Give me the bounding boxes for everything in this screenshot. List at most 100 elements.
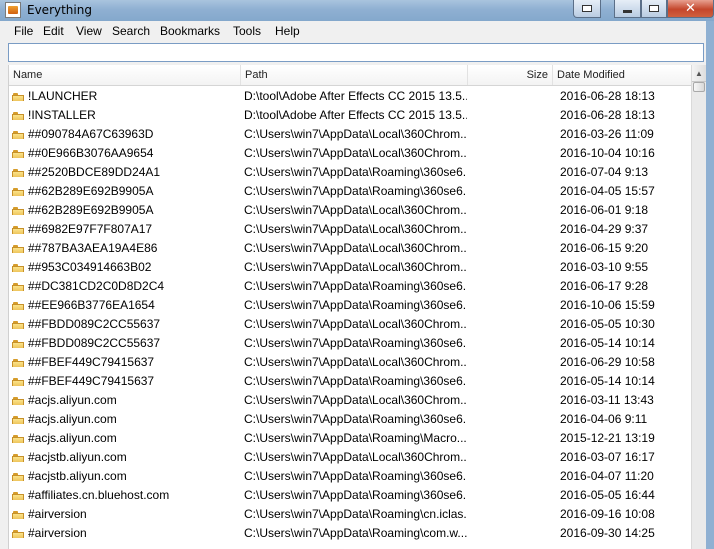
minimize-button[interactable] [614, 0, 641, 18]
window-frame-left [0, 65, 8, 549]
result-rows: !LAUNCHER D:\tool\Adobe After Effects CC … [9, 86, 692, 542]
row-name: ##62B289E692B9905A [28, 203, 154, 217]
table-row[interactable]: #airversion C:\Users\win7\AppData\Roaming… [9, 523, 692, 542]
title-bar[interactable]: Everything ✕ [0, 0, 714, 21]
row-name: #acjstb.aliyun.com [28, 469, 127, 483]
row-path: C:\Users\win7\AppData\Roaming\360se6... [244, 488, 467, 502]
row-name: ##6982E97F7F807A17 [28, 222, 153, 236]
row-path: C:\Users\win7\AppData\Local\360Chrom... [244, 203, 467, 217]
row-name: !INSTALLER [28, 108, 96, 122]
table-row[interactable]: ##62B289E692B9905A C:\Users\win7\AppData\… [9, 181, 692, 200]
menu-help[interactable]: Help [275, 24, 300, 38]
window-icon [582, 5, 592, 12]
menu-file[interactable]: File [14, 24, 33, 38]
row-date-modified: 2016-03-26 11:09 [560, 127, 654, 141]
row-path: C:\Users\win7\AppData\Roaming\360se6... [244, 298, 467, 312]
row-name: ##FBEF449C79415637 [28, 374, 155, 388]
table-row[interactable]: ##62B289E692B9905A C:\Users\win7\AppData\… [9, 200, 692, 219]
row-path: C:\Users\win7\AppData\Roaming\360se6... [244, 279, 467, 293]
row-path: C:\Users\win7\AppData\Roaming\cn.iclas..… [244, 507, 467, 521]
maximize-icon [649, 5, 659, 12]
close-icon: ✕ [685, 1, 696, 16]
row-name: ##090784A67C63963D [28, 127, 154, 141]
table-row[interactable]: ##0E966B3076AA9654 C:\Users\win7\AppData\… [9, 143, 692, 162]
row-path: C:\Users\win7\AppData\Roaming\360se6... [244, 469, 467, 483]
table-row[interactable]: ##6982E97F7F807A17 C:\Users\win7\AppData\… [9, 219, 692, 238]
row-name: ##953C034914663B02 [28, 260, 152, 274]
menu-bookmarks[interactable]: Bookmarks [160, 24, 220, 38]
search-input[interactable] [8, 43, 704, 62]
vertical-scrollbar[interactable]: ▲ [691, 65, 706, 549]
table-row[interactable]: #acjs.aliyun.com C:\Users\win7\AppData\Ro… [9, 428, 692, 447]
minimize-icon [623, 10, 632, 13]
table-row[interactable]: !LAUNCHER D:\tool\Adobe After Effects CC … [9, 86, 692, 105]
folder-icon [12, 89, 24, 101]
table-row[interactable]: #acjstb.aliyun.com C:\Users\win7\AppData\… [9, 466, 692, 485]
row-name: ##FBDD089C2CC55637 [28, 317, 161, 331]
row-name: ##EE966B3776EA1654 [28, 298, 155, 312]
row-path: C:\Users\win7\AppData\Local\360Chrom... [244, 222, 467, 236]
app-icon [5, 2, 21, 18]
column-header-name[interactable]: Name [9, 65, 241, 85]
row-date-modified: 2016-06-28 18:13 [560, 108, 655, 122]
arrow-up-icon: ▲ [695, 68, 703, 78]
menu-edit[interactable]: Edit [43, 24, 64, 38]
row-path: C:\Users\win7\AppData\Roaming\com.w... [244, 526, 467, 540]
row-date-modified: 2016-06-01 9:18 [560, 203, 649, 217]
table-row[interactable]: ##FBEF449C79415637 C:\Users\win7\AppData\… [9, 371, 692, 390]
table-row[interactable]: !INSTALLER D:\tool\Adobe After Effects CC… [9, 105, 692, 124]
row-name: #airversion [28, 526, 87, 540]
table-row[interactable]: #acjs.aliyun.com C:\Users\win7\AppData\Lo… [9, 390, 692, 409]
scroll-up-button[interactable]: ▲ [692, 65, 706, 82]
table-row[interactable]: ##FBDD089C2CC55637 C:\Users\win7\AppData\… [9, 333, 692, 352]
row-name: #acjstb.aliyun.com [28, 450, 127, 464]
menu-view[interactable]: View [76, 24, 102, 38]
row-date-modified: 2015-12-21 13:19 [560, 431, 655, 445]
folder-icon [12, 108, 24, 120]
scroll-thumb[interactable] [693, 82, 705, 92]
row-date-modified: 2016-03-07 16:17 [560, 450, 655, 464]
table-row[interactable]: #acjs.aliyun.com C:\Users\win7\AppData\Ro… [9, 409, 692, 428]
row-path: C:\Users\win7\AppData\Roaming\360se6... [244, 374, 467, 388]
table-row[interactable]: ##FBEF449C79415637 C:\Users\win7\AppData\… [9, 352, 692, 371]
table-row[interactable]: ##090784A67C63963D C:\Users\win7\AppData\… [9, 124, 692, 143]
table-row[interactable]: #affiliates.cn.bluehost.com C:\Users\win7… [9, 485, 692, 504]
menu-search[interactable]: Search [112, 24, 150, 38]
folder-icon [12, 469, 24, 481]
table-row[interactable]: ##953C034914663B02 C:\Users\win7\AppData\… [9, 257, 692, 276]
folder-icon [12, 317, 24, 329]
row-path: C:\Users\win7\AppData\Local\360Chrom... [244, 127, 467, 141]
folder-icon [12, 203, 24, 215]
restore-layout-button[interactable] [573, 0, 601, 18]
folder-icon [12, 241, 24, 253]
row-path: C:\Users\win7\AppData\Local\360Chrom... [244, 450, 467, 464]
table-row[interactable]: #airversion C:\Users\win7\AppData\Roaming… [9, 504, 692, 523]
column-header-date-modified[interactable]: Date Modified [553, 65, 692, 85]
row-name: ##0E966B3076AA9654 [28, 146, 154, 160]
table-row[interactable]: ##FBDD089C2CC55637 C:\Users\win7\AppData\… [9, 314, 692, 333]
table-row[interactable]: ##DC381CD2C0D8D2C4 C:\Users\win7\AppData\… [9, 276, 692, 295]
results-list[interactable]: Name Path Size Date Modified !LAUNCHER D:… [8, 65, 707, 549]
row-date-modified: 2016-05-05 10:30 [560, 317, 655, 331]
folder-icon [12, 222, 24, 234]
table-row[interactable]: #acjstb.aliyun.com C:\Users\win7\AppData\… [9, 447, 692, 466]
row-date-modified: 2016-06-28 18:13 [560, 89, 655, 103]
row-date-modified: 2016-09-16 10:08 [560, 507, 655, 521]
folder-icon [12, 393, 24, 405]
menu-tools[interactable]: Tools [233, 24, 261, 38]
table-row[interactable]: ##EE966B3776EA1654 C:\Users\win7\AppData\… [9, 295, 692, 314]
row-name: #acjs.aliyun.com [28, 431, 117, 445]
table-row[interactable]: ##787BA3AEA19A4E86 C:\Users\win7\AppData\… [9, 238, 692, 257]
close-button[interactable]: ✕ [667, 0, 714, 18]
menu-bar: File Edit View Search Bookmarks Tools He… [0, 21, 714, 41]
row-name: ##787BA3AEA19A4E86 [28, 241, 158, 255]
row-path: C:\Users\win7\AppData\Local\360Chrom... [244, 355, 467, 369]
table-row[interactable]: ##2520BDCE89DD24A1 C:\Users\win7\AppData\… [9, 162, 692, 181]
column-header-size[interactable]: Size [468, 65, 553, 85]
folder-icon [12, 507, 24, 519]
row-name: !LAUNCHER [28, 89, 98, 103]
column-header-path[interactable]: Path [241, 65, 468, 85]
row-path: C:\Users\win7\AppData\Local\360Chrom... [244, 260, 467, 274]
maximize-button[interactable] [641, 0, 667, 18]
folder-icon [12, 184, 24, 196]
